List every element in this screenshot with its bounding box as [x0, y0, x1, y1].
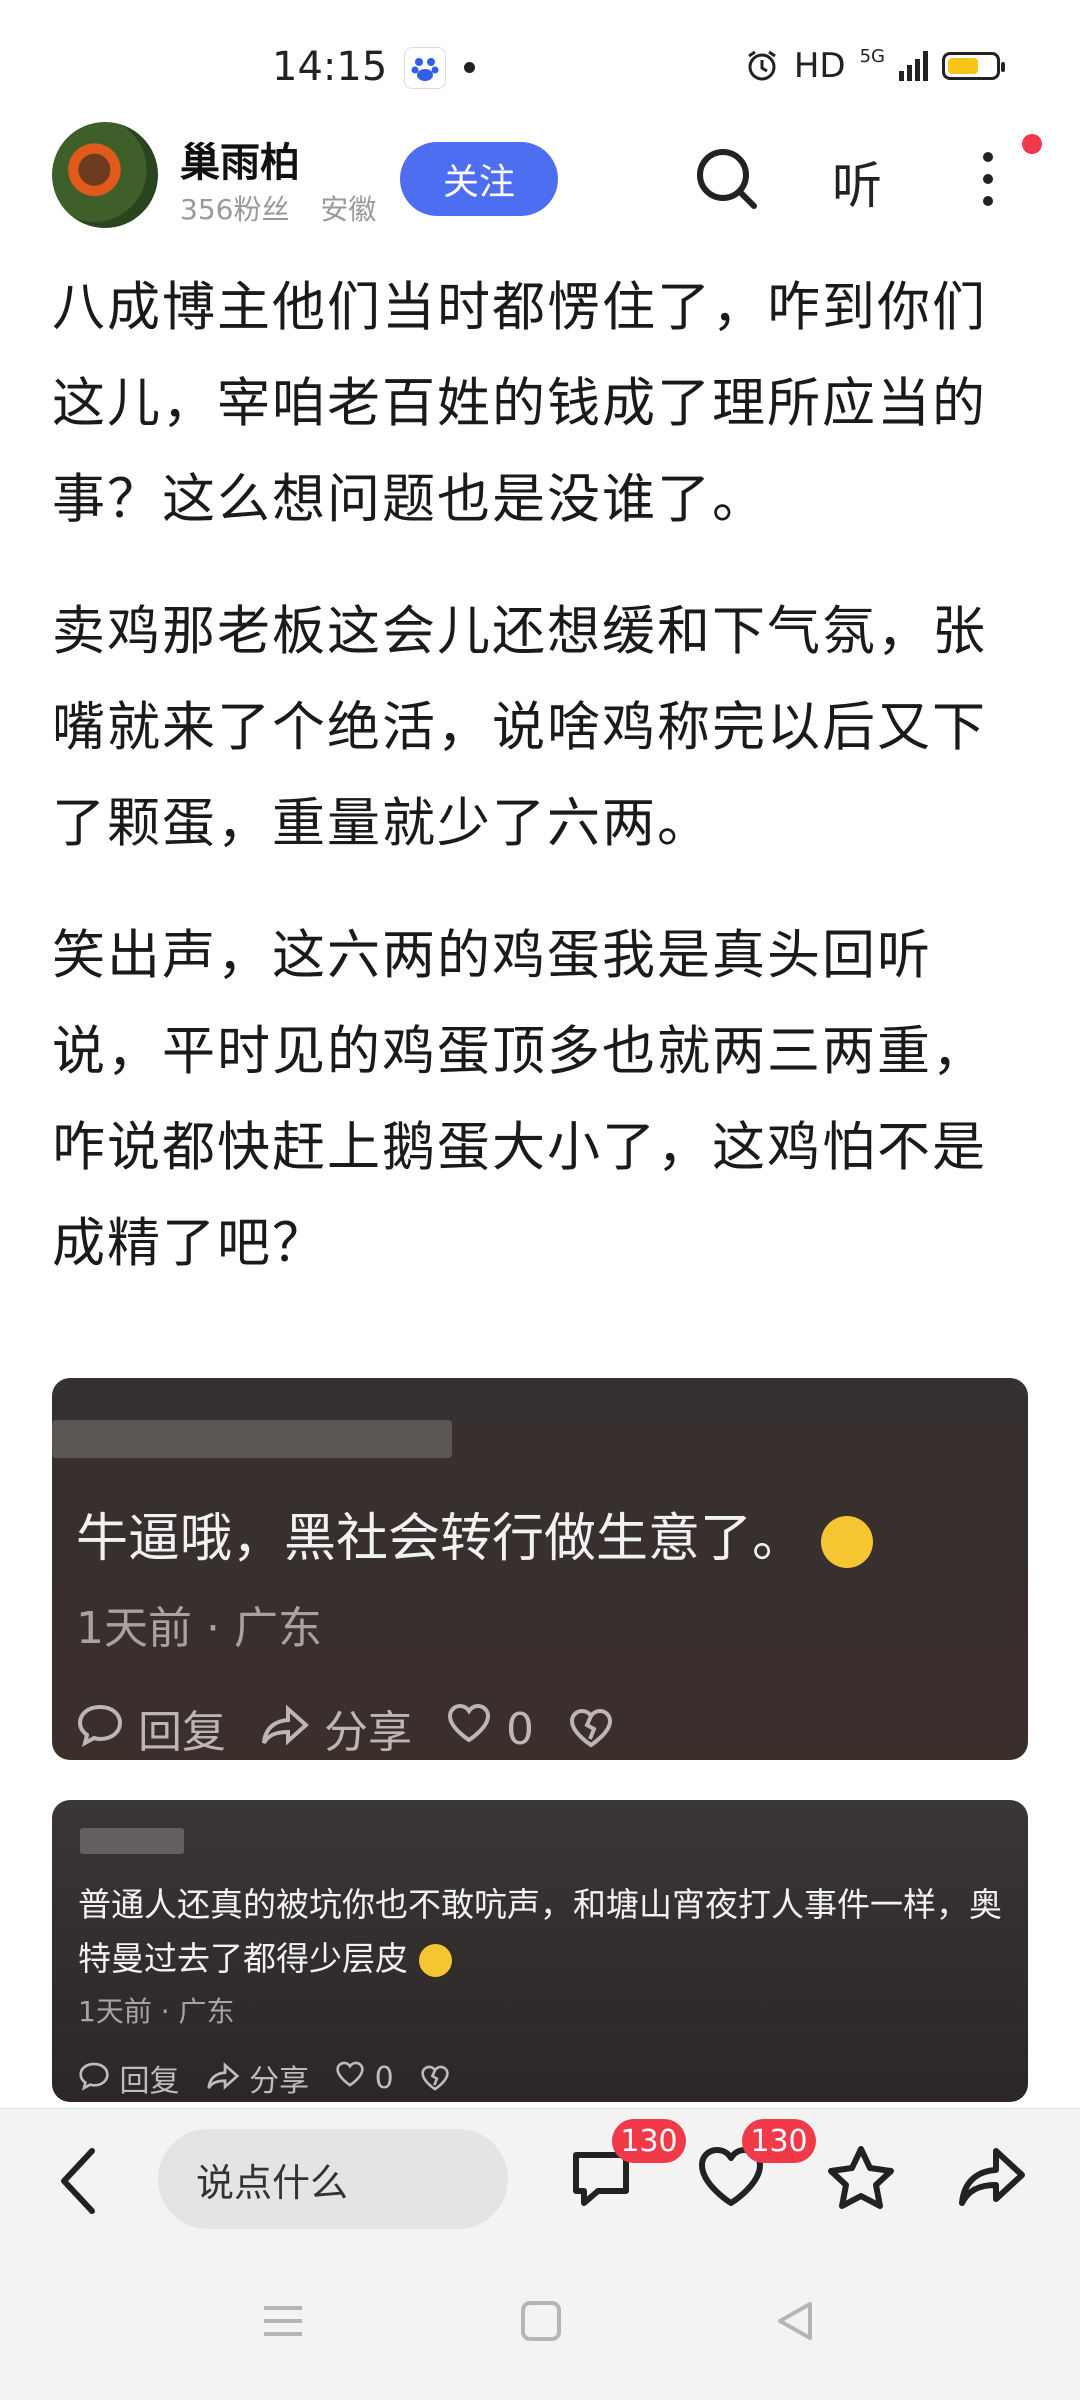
blurred-username — [52, 1420, 452, 1458]
comment-screenshot-image[interactable]: 牛逼哦，黑社会转行做生意了。 1天前 · 广东 回复 分享 0 — [52, 1378, 1028, 1760]
search-icon[interactable] — [692, 144, 762, 214]
comment-count-badge: 130 — [612, 2119, 686, 2163]
blurred-username — [80, 1828, 184, 1854]
author-meta: 356粉丝 安徽 — [180, 188, 398, 228]
fans-count: 356粉丝 — [180, 193, 290, 226]
article-paragraph: 笑出声，这六两的鸡蛋我是真头回听说，平时见的鸡蛋顶多也就两三两重，咋说都快赶上鹅… — [52, 925, 987, 1274]
back-arrow-icon[interactable] — [54, 2141, 104, 2221]
laughing-emoji-icon — [820, 1516, 873, 1568]
comment-text: 牛逼哦，黑社会转行做生意了。 — [76, 1496, 873, 1571]
article-paragraph: 卖鸡那老板这会儿还想缓和下气氛，张嘴就来了个绝活，说啥鸡称完以后又下了颗蛋，重量… — [52, 601, 987, 854]
share-icon — [206, 2062, 239, 2090]
author-header: 巢雨柏 356粉丝 安徽 关注 听 — [0, 120, 1080, 230]
laughing-emoji-icon — [418, 1944, 452, 1977]
follow-button[interactable]: 关注 — [400, 142, 558, 216]
reply-icon — [77, 1704, 123, 1747]
comment-input[interactable]: 说点什么 — [158, 2129, 508, 2229]
battery-icon — [942, 52, 1005, 80]
broken-heart-icon — [421, 2065, 449, 2091]
network-label: HD — [793, 46, 846, 86]
author-location: 安徽 — [320, 193, 377, 226]
comment-actions: 回复 分享 0 — [76, 1696, 614, 1760]
signal-icon — [899, 51, 928, 81]
comment-meta: 1天前 · 广东 — [76, 1603, 322, 1654]
listen-button[interactable]: 听 — [832, 146, 882, 218]
reply-action: 回复 — [78, 2056, 180, 2100]
share-action: 分享 — [206, 2056, 309, 2100]
alarm-icon — [748, 50, 776, 81]
article-body: 八成博主他们当时都愣住了，咋到你们这儿，宰咱老百姓的钱成了理所应当的事？这么想问… — [52, 260, 1032, 1328]
broken-heart-icon — [569, 1708, 613, 1748]
share-icon — [262, 1704, 310, 1746]
more-menu-icon[interactable] — [968, 140, 1008, 220]
notification-dot-icon — [464, 62, 475, 73]
author-name[interactable]: 巢雨柏 — [180, 130, 300, 188]
home-icon[interactable] — [518, 2298, 564, 2344]
status-right: HD 5G — [744, 45, 1005, 86]
heart-icon — [447, 1703, 491, 1742]
share-icon[interactable] — [956, 2143, 1026, 2213]
like-action: 0 — [335, 2060, 394, 2096]
unread-dot-icon — [1022, 134, 1042, 154]
article-paragraph: 八成博主他们当时都愣住了，咋到你们这儿，宰咱老百姓的钱成了理所应当的事？这么想问… — [52, 277, 987, 530]
avatar[interactable] — [52, 122, 158, 228]
reply-action: 回复 — [76, 1696, 226, 1760]
bottom-action-bar: 说点什么 130 130 — [0, 2108, 1080, 2249]
status-bar: 14:15 HD 5G — [0, 0, 1080, 135]
comment-actions: 回复 分享 0 — [78, 2056, 450, 2100]
system-nav-bar — [0, 2248, 1080, 2400]
like-action: 0 — [446, 1702, 534, 1755]
comment-meta: 1天前 · 广东 — [78, 1995, 235, 2028]
like-count-badge: 130 — [742, 2119, 816, 2163]
baidu-app-icon — [404, 47, 446, 89]
back-triangle-icon[interactable] — [772, 2298, 818, 2344]
star-icon[interactable] — [826, 2143, 896, 2213]
comment-text: 普通人还真的被坑你也不敢吭声，和塘山宵夜打人事件一样，奥特曼过去了都得少层皮 — [78, 1885, 1002, 1978]
menu-icon[interactable] — [260, 2298, 306, 2344]
share-action: 分享 — [260, 1696, 412, 1760]
status-time: 14:15 — [272, 44, 388, 90]
heart-icon — [336, 2061, 364, 2087]
comment-screenshot-image[interactable]: 普通人还真的被坑你也不敢吭声，和塘山宵夜打人事件一样，奥特曼过去了都得少层皮 1… — [52, 1800, 1028, 2102]
reply-icon — [79, 2062, 109, 2091]
signal-type-label: 5G — [859, 45, 885, 67]
